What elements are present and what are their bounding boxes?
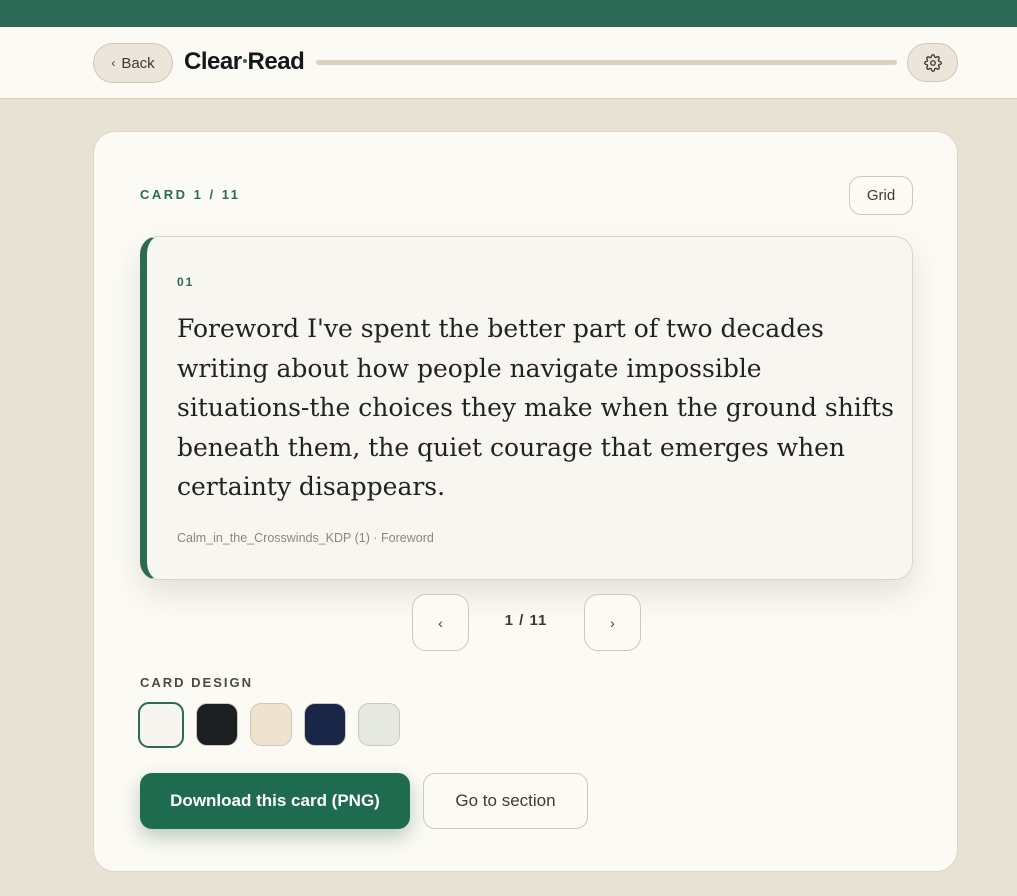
settings-button[interactable] bbox=[907, 43, 958, 82]
grid-view-button[interactable]: Grid bbox=[849, 176, 913, 215]
swatch-cream[interactable] bbox=[250, 703, 292, 746]
swatch-sage[interactable] bbox=[358, 703, 400, 746]
brand-logo: Clear Read bbox=[184, 47, 305, 77]
swatch-navy[interactable] bbox=[304, 703, 346, 746]
swatch-black[interactable] bbox=[196, 703, 238, 746]
top-accent-bar bbox=[0, 0, 1017, 27]
brand-left: Clear bbox=[184, 48, 242, 75]
next-card-button[interactable]: › bbox=[584, 594, 641, 651]
go-to-section-button[interactable]: Go to section bbox=[423, 773, 588, 829]
previous-card-button[interactable]: ‹ bbox=[412, 594, 469, 651]
back-button[interactable]: ‹ Back bbox=[93, 43, 173, 83]
chevron-left-icon: ‹ bbox=[438, 614, 443, 631]
app-header: ‹ Back Clear Read bbox=[0, 27, 1017, 99]
chevron-right-icon: › bbox=[610, 614, 615, 631]
brand-right: Read bbox=[247, 48, 305, 75]
swatch-light[interactable] bbox=[138, 702, 184, 748]
card-viewer-panel: CARD 1 / 11 Grid 01 Foreword I've spent … bbox=[93, 131, 958, 872]
card-source: Calm_in_the_Crosswinds_KDP (1) · Forewor… bbox=[177, 531, 434, 545]
card-counter: CARD 1 / 11 bbox=[140, 187, 241, 202]
download-card-button[interactable]: Download this card (PNG) bbox=[140, 773, 410, 829]
back-button-label: Back bbox=[121, 54, 155, 72]
quote-card: 01 Foreword I've spent the better part o… bbox=[140, 236, 913, 580]
reading-progress-bar bbox=[316, 60, 897, 65]
gear-icon bbox=[923, 53, 942, 72]
brand-dot bbox=[242, 59, 247, 63]
card-design-swatches bbox=[138, 702, 400, 748]
page-indicator: 1 / 11 bbox=[504, 612, 548, 629]
card-body-text: Foreword I've spent the better part of t… bbox=[177, 314, 894, 501]
card-design-label: CARD DESIGN bbox=[140, 675, 254, 690]
card-number: 01 bbox=[177, 275, 195, 289]
chevron-left-icon: ‹ bbox=[111, 56, 116, 70]
